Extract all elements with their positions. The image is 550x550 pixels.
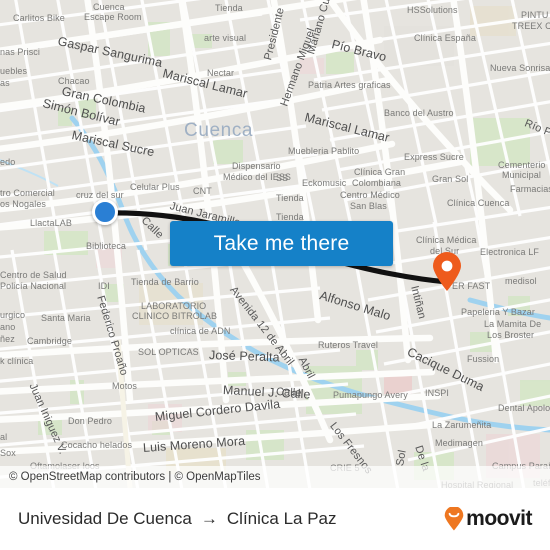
route-destination-label: Clínica La Paz — [226, 509, 337, 528]
route-origin-label: Univesidad De Cuenca — [18, 509, 192, 528]
moovit-logo: moovit — [444, 507, 532, 531]
footer-bar: Univesidad De Cuenca → Clínica La Paz mo… — [0, 488, 550, 550]
moovit-route-map-card: Carlitos Bike Cuenca Escape Room Tienda HSSo… — [0, 0, 550, 550]
attribution-text: © OpenStreetMap contributors | © OpenMap… — [9, 471, 261, 483]
start-location-marker[interactable] — [92, 199, 118, 225]
moovit-wordmark: moovit — [466, 507, 532, 530]
map-canvas[interactable]: Carlitos Bike Cuenca Escape Room Tienda HSSo… — [0, 0, 550, 488]
take-me-there-button[interactable]: Take me there — [170, 221, 393, 266]
map-attribution: © OpenStreetMap contributors | © OpenMap… — [0, 466, 550, 488]
destination-location-marker[interactable] — [432, 252, 462, 292]
route-summary: Univesidad De Cuenca → Clínica La Paz — [18, 509, 337, 529]
moovit-pin-icon — [444, 507, 464, 531]
arrow-right-icon: → — [200, 509, 218, 528]
